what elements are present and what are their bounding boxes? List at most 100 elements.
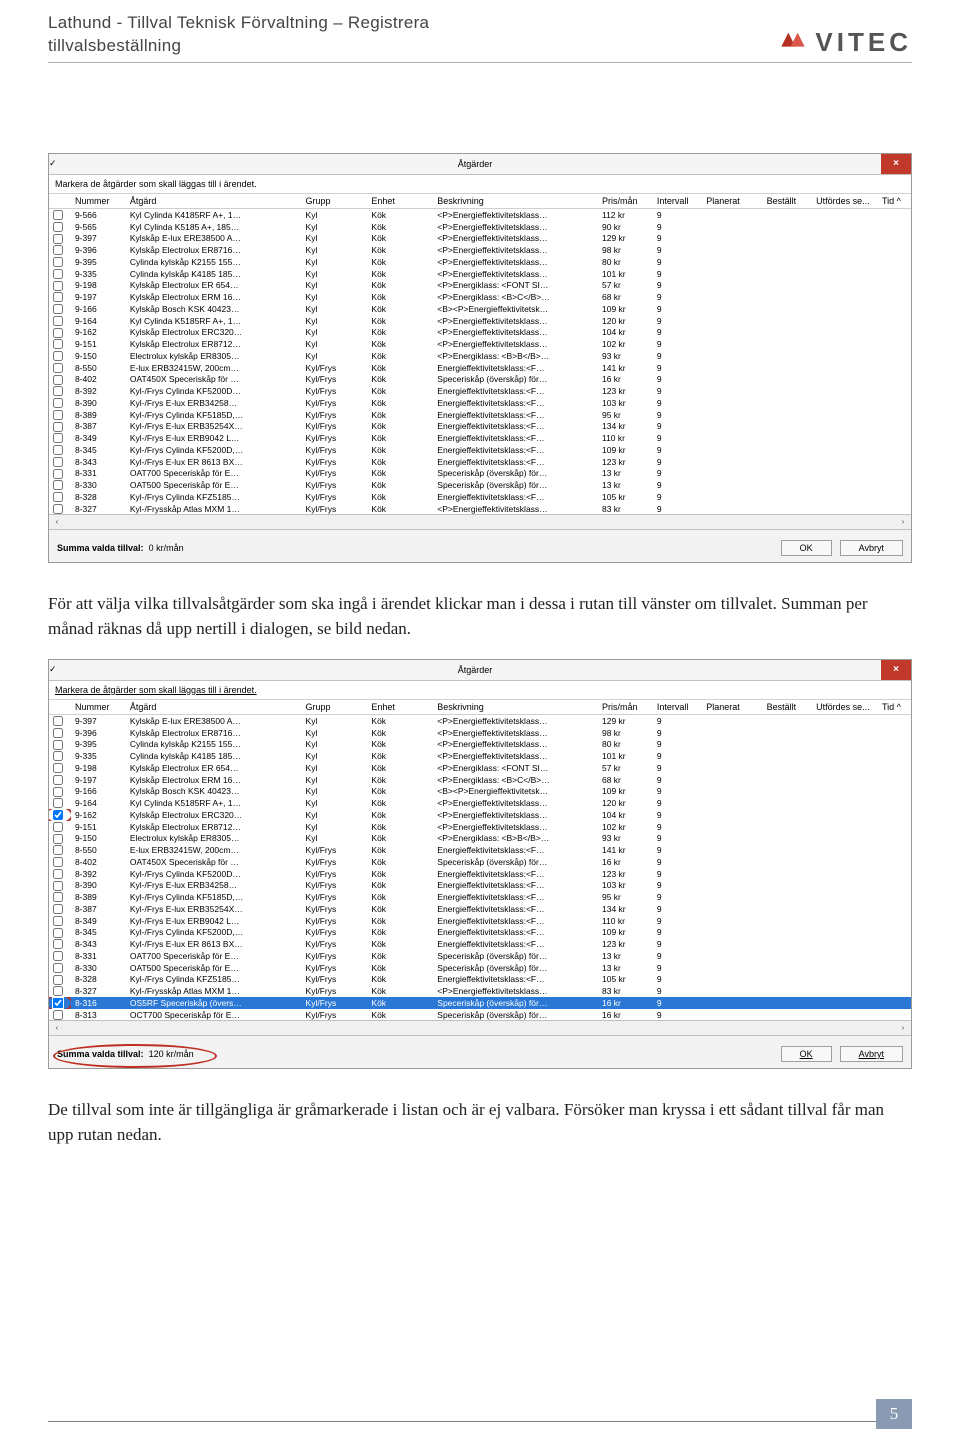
table-row[interactable]: 8-550E-lux ERB32415W, 200cm…Kyl/FrysKökE… bbox=[49, 362, 911, 374]
row-checkbox[interactable] bbox=[53, 504, 63, 514]
ok-button[interactable]: OK bbox=[781, 1046, 832, 1062]
row-checkbox-cell[interactable] bbox=[49, 491, 71, 503]
cancel-button[interactable]: Avbryt bbox=[840, 1046, 903, 1062]
row-checkbox-cell[interactable] bbox=[49, 785, 71, 797]
row-checkbox-cell[interactable] bbox=[49, 467, 71, 479]
table-row[interactable]: 9-397Kylskåp E-lux ERE38500 A…KylKök<P>E… bbox=[49, 714, 911, 726]
table-row[interactable]: 8-392Kyl-/Frys Cylinda KF5200D…Kyl/FrysK… bbox=[49, 868, 911, 880]
column-atgard[interactable]: Åtgärd bbox=[126, 194, 302, 209]
scroll-left-icon[interactable]: ‹ bbox=[51, 517, 63, 526]
row-checkbox-cell[interactable] bbox=[49, 397, 71, 409]
table-row[interactable]: 8-330OAT500 Speceriskåp för E…Kyl/FrysKö… bbox=[49, 479, 911, 491]
table-row[interactable]: 8-349Kyl-/Frys E-lux ERB9042 L…Kyl/FrysK… bbox=[49, 915, 911, 927]
row-checkbox-cell[interactable] bbox=[49, 256, 71, 268]
row-checkbox-cell[interactable] bbox=[49, 373, 71, 385]
column-beskrivning[interactable]: Beskrivning bbox=[433, 700, 598, 715]
table-row[interactable]: 8-550E-lux ERB32415W, 200cm…Kyl/FrysKökE… bbox=[49, 844, 911, 856]
horizontal-scrollbar[interactable]: ‹ › bbox=[49, 1020, 911, 1035]
table-row[interactable]: 8-343Kyl-/Frys E-lux ER 8613 BX…Kyl/Frys… bbox=[49, 456, 911, 468]
table-row[interactable]: 8-402OAT450X Speceriskåp för …Kyl/FrysKö… bbox=[49, 856, 911, 868]
row-checkbox[interactable] bbox=[53, 787, 63, 797]
row-checkbox[interactable] bbox=[53, 281, 63, 291]
table-row[interactable]: 8-328Kyl-/Frys Cylinda KFZ5185…Kyl/FrysK… bbox=[49, 973, 911, 985]
column-utfordes[interactable]: Utfördes se... bbox=[812, 700, 878, 715]
column-grupp[interactable]: Grupp bbox=[302, 700, 368, 715]
row-checkbox[interactable] bbox=[53, 304, 63, 314]
row-checkbox-cell[interactable] bbox=[49, 420, 71, 432]
table-row[interactable]: 8-402OAT450X Speceriskåp för …Kyl/FrysKö… bbox=[49, 373, 911, 385]
column-tid[interactable]: Tid ^ bbox=[878, 700, 911, 715]
row-checkbox[interactable] bbox=[53, 716, 63, 726]
table-row[interactable]: 9-197Kylskåp Electrolux ERM 16…KylKök<P>… bbox=[49, 774, 911, 786]
table-row[interactable]: 9-198Kylskåp Electrolux ER 654…KylKök<P>… bbox=[49, 762, 911, 774]
row-checkbox-cell[interactable] bbox=[49, 444, 71, 456]
table-row[interactable]: 8-327Kyl-/Frysskåp Atlas MXM 1…Kyl/FrysK… bbox=[49, 503, 911, 514]
table-row[interactable]: 8-389Kyl-/Frys Cylinda KF5185D,…Kyl/Frys… bbox=[49, 409, 911, 421]
table-row[interactable]: 9-162Kylskåp Electrolux ERC320…KylKök<P>… bbox=[49, 809, 911, 821]
column-nummer[interactable]: Nummer bbox=[71, 194, 126, 209]
table-row[interactable]: 8-316OS5RF Speceriskåp (övers…Kyl/FrysKö… bbox=[49, 997, 911, 1009]
row-checkbox[interactable] bbox=[53, 939, 63, 949]
table-row[interactable]: 8-389Kyl-/Frys Cylinda KF5185D,…Kyl/Frys… bbox=[49, 891, 911, 903]
row-checkbox-cell[interactable] bbox=[49, 362, 71, 374]
row-checkbox[interactable] bbox=[53, 351, 63, 361]
row-checkbox[interactable] bbox=[53, 292, 63, 302]
row-checkbox-cell[interactable] bbox=[49, 326, 71, 338]
table-row[interactable]: 8-392Kyl-/Frys Cylinda KF5200D…Kyl/FrysK… bbox=[49, 385, 911, 397]
row-checkbox[interactable] bbox=[53, 798, 63, 808]
table-row[interactable]: 9-198Kylskåp Electrolux ER 654…KylKök<P>… bbox=[49, 279, 911, 291]
table-row[interactable]: 9-164Kyl Cylinda K5185RF A+, 1…KylKök<P>… bbox=[49, 797, 911, 809]
row-checkbox[interactable] bbox=[53, 410, 63, 420]
close-button[interactable]: × bbox=[881, 660, 911, 680]
row-checkbox[interactable] bbox=[53, 480, 63, 490]
row-checkbox[interactable] bbox=[53, 245, 63, 255]
row-checkbox[interactable] bbox=[53, 316, 63, 326]
table-row[interactable]: 8-390Kyl-/Frys E-lux ERB34258…Kyl/FrysKö… bbox=[49, 879, 911, 891]
row-checkbox[interactable] bbox=[53, 857, 63, 867]
scroll-right-icon[interactable]: › bbox=[897, 517, 909, 526]
row-checkbox-cell[interactable] bbox=[49, 868, 71, 880]
column-intervall[interactable]: Intervall bbox=[653, 194, 702, 209]
row-checkbox-cell[interactable] bbox=[49, 938, 71, 950]
row-checkbox[interactable] bbox=[53, 740, 63, 750]
cancel-button[interactable]: Avbryt bbox=[840, 540, 903, 556]
row-checkbox-cell[interactable] bbox=[49, 385, 71, 397]
row-checkbox-cell[interactable] bbox=[49, 879, 71, 891]
row-checkbox-cell[interactable] bbox=[49, 221, 71, 233]
scroll-left-icon[interactable]: ‹ bbox=[51, 1023, 63, 1032]
row-checkbox-cell[interactable] bbox=[49, 338, 71, 350]
table-row[interactable]: 8-313OCT700 Speceriskåp för E…Kyl/FrysKö… bbox=[49, 1009, 911, 1020]
row-checkbox[interactable] bbox=[53, 728, 63, 738]
row-checkbox[interactable] bbox=[53, 998, 63, 1008]
row-checkbox-cell[interactable] bbox=[49, 797, 71, 809]
table-row[interactable]: 9-151Kylskåp Electrolux ER8712…KylKök<P>… bbox=[49, 338, 911, 350]
row-checkbox[interactable] bbox=[53, 975, 63, 985]
row-checkbox-cell[interactable] bbox=[49, 762, 71, 774]
column-bestallt[interactable]: Beställt bbox=[763, 194, 812, 209]
table-row[interactable]: 8-330OAT500 Speceriskåp för E…Kyl/FrysKö… bbox=[49, 962, 911, 974]
table-row[interactable]: 8-328Kyl-/Frys Cylinda KFZ5185…Kyl/FrysK… bbox=[49, 491, 911, 503]
row-checkbox[interactable] bbox=[53, 339, 63, 349]
row-checkbox[interactable] bbox=[53, 469, 63, 479]
row-checkbox-cell[interactable] bbox=[49, 315, 71, 327]
row-checkbox-cell[interactable] bbox=[49, 915, 71, 927]
row-checkbox[interactable] bbox=[53, 398, 63, 408]
row-checkbox[interactable] bbox=[53, 751, 63, 761]
table-row[interactable]: 9-166Kylskåp Bosch KSK 40423…KylKök<B><P… bbox=[49, 785, 911, 797]
row-checkbox[interactable] bbox=[53, 433, 63, 443]
table-row[interactable]: 8-345Kyl-/Frys Cylinda KF5200D,…Kyl/Frys… bbox=[49, 926, 911, 938]
row-checkbox-cell[interactable] bbox=[49, 997, 71, 1009]
column-pris[interactable]: Pris/mån bbox=[598, 700, 653, 715]
column-enhet[interactable]: Enhet bbox=[367, 194, 433, 209]
table-row[interactable]: 8-345Kyl-/Frys Cylinda KF5200D,…Kyl/Frys… bbox=[49, 444, 911, 456]
row-checkbox[interactable] bbox=[53, 328, 63, 338]
row-checkbox-cell[interactable] bbox=[49, 774, 71, 786]
row-checkbox-cell[interactable] bbox=[49, 926, 71, 938]
row-checkbox[interactable] bbox=[53, 1010, 63, 1020]
row-checkbox-cell[interactable] bbox=[49, 479, 71, 491]
row-checkbox-cell[interactable] bbox=[49, 432, 71, 444]
row-checkbox-cell[interactable] bbox=[49, 832, 71, 844]
row-checkbox[interactable] bbox=[53, 951, 63, 961]
table-row[interactable]: 9-162Kylskåp Electrolux ERC320…KylKök<P>… bbox=[49, 326, 911, 338]
column-grupp[interactable]: Grupp bbox=[302, 194, 368, 209]
